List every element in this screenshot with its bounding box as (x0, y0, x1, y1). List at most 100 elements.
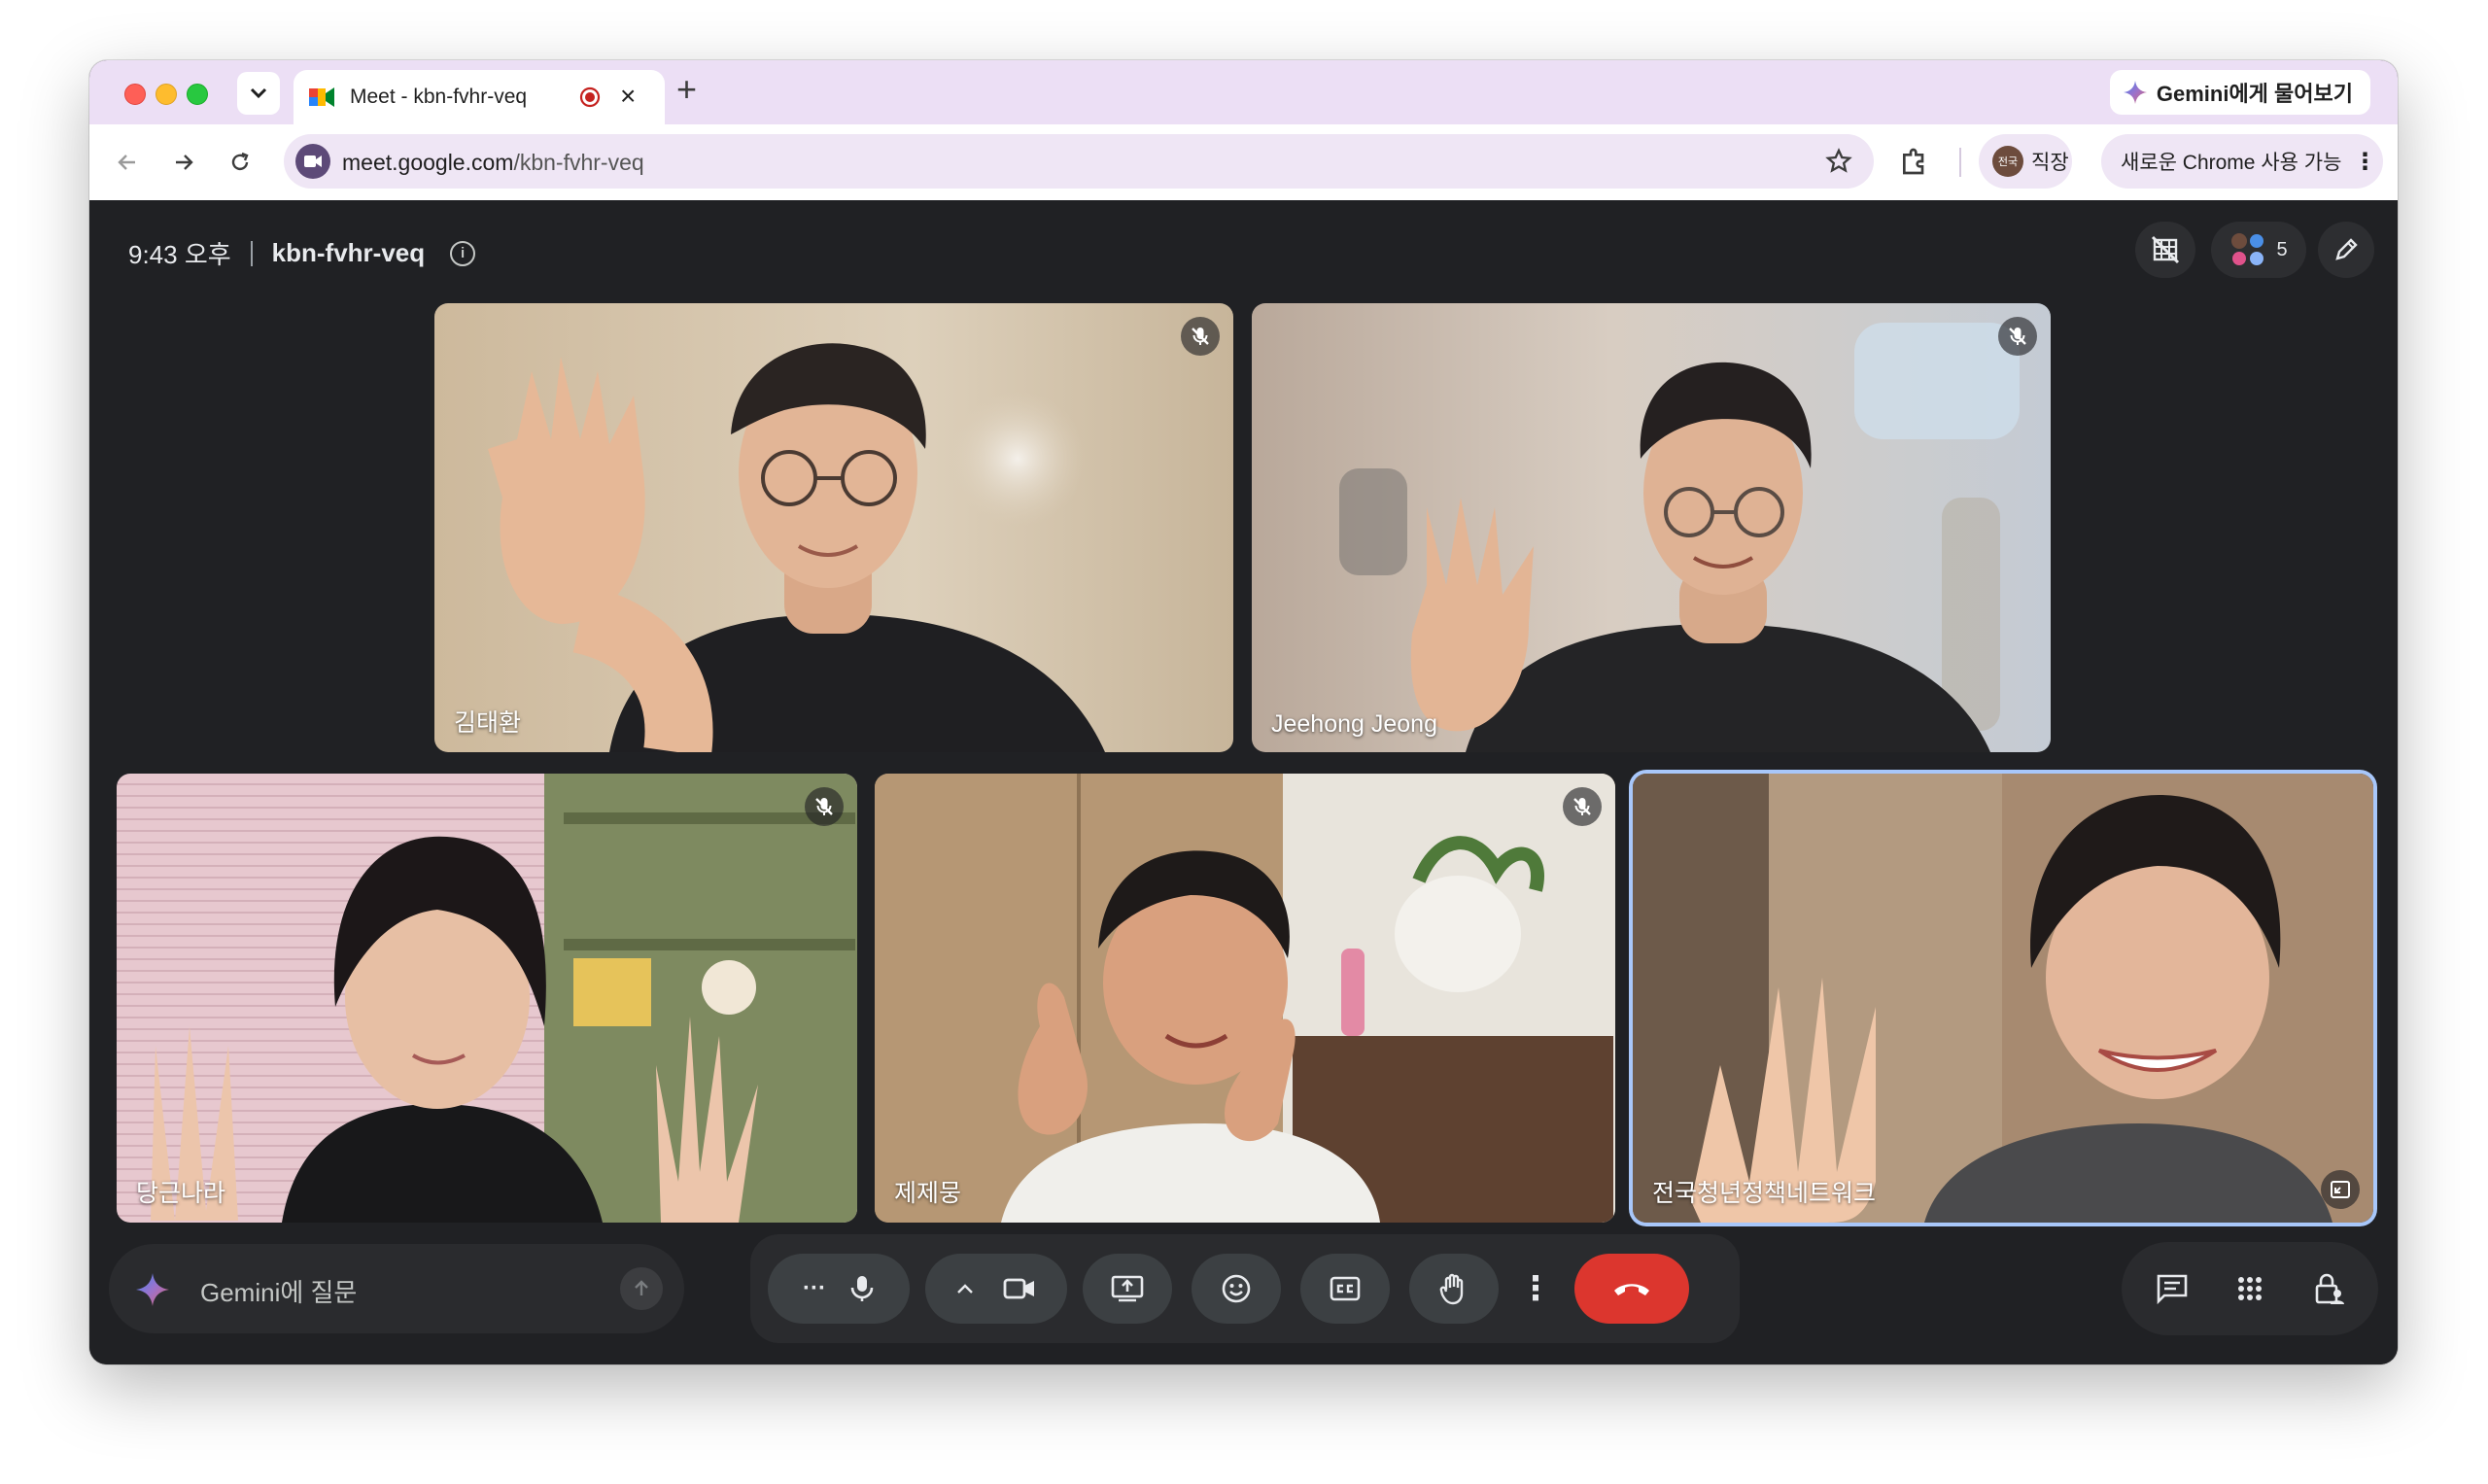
host-controls-lock-button[interactable] (2306, 1265, 2353, 1312)
raise-hand-button[interactable] (1409, 1254, 1499, 1324)
people-avatars-icon (2231, 233, 2264, 265)
participant-name: 전국청년정책네트워크 (1652, 1180, 1877, 1207)
gemini-ask-input[interactable]: Gemini에 질문 (109, 1244, 684, 1333)
reload-icon (231, 152, 249, 171)
header-divider (250, 240, 253, 266)
more-horiz-icon: ··· (803, 1275, 826, 1301)
participant-name: 제제뭉 (894, 1180, 962, 1207)
activities-button[interactable] (2227, 1265, 2273, 1312)
captions-button[interactable] (1300, 1254, 1390, 1324)
arrow-up-icon (635, 1280, 648, 1295)
meet-stage: 9:43 오후 kbn-fvhr-veq i 5 김태환 Jeehong Jeo… (89, 200, 2398, 1364)
site-info-icon[interactable] (295, 144, 330, 179)
lock-person-icon (2315, 1273, 2344, 1304)
gemini-chip-label: Gemini에게 물어보기 (2156, 82, 2353, 106)
arrow-left-icon (118, 155, 135, 170)
people-button[interactable]: 5 (2211, 222, 2306, 278)
pin-fullscreen-icon[interactable] (2321, 1170, 2360, 1209)
chevron-up-icon (957, 1284, 973, 1294)
tab-title: Meet - kbn-fvhr-veq (350, 86, 528, 108)
hand-icon (1439, 1273, 1464, 1305)
profile-chip[interactable]: 전국 직장 (1979, 134, 2072, 189)
chat-button[interactable] (2149, 1265, 2195, 1312)
participant-video (875, 774, 1615, 1223)
meeting-header: 9:43 오후 kbn-fvhr-veq i (128, 235, 476, 271)
tab-strip: Meet - kbn-fvhr-veq × + Gemini에게 물어보기 (89, 60, 2398, 124)
minimize-window-button[interactable] (156, 84, 177, 105)
meeting-code: kbn-fvhr-veq (271, 238, 426, 267)
apps-grid-icon (2238, 1277, 2262, 1300)
profile-label: 직장 (2031, 152, 2069, 174)
participant-tile[interactable]: Jeehong Jeong (1252, 303, 2051, 752)
participant-tile[interactable]: 김태환 (434, 303, 1233, 752)
video-camera-icon (1003, 1278, 1034, 1299)
tab-search-button[interactable] (237, 72, 280, 115)
chat-icon (2157, 1274, 2188, 1304)
maximize-window-button[interactable] (187, 84, 208, 105)
gemini-sparkle-icon (136, 1273, 169, 1306)
tab-meet[interactable]: Meet - kbn-fvhr-veq × (294, 70, 665, 124)
camera-button[interactable] (925, 1254, 1067, 1324)
extensions-puzzle-icon[interactable] (1899, 146, 1930, 177)
toolbar-divider (1959, 148, 1961, 177)
participant-name: 당근나라 (136, 1180, 226, 1207)
participant-video (117, 774, 857, 1223)
host-controls-button[interactable] (2318, 222, 2374, 278)
url-text: meet.google.com/kbn-fvhr-veq (342, 150, 644, 175)
chrome-update-button[interactable]: 새로운 Chrome 사용 가능 ⋮ (2101, 134, 2383, 189)
bookmark-star-icon[interactable] (1825, 148, 1852, 175)
send-button[interactable] (620, 1267, 663, 1310)
gemini-ask-chip[interactable]: Gemini에게 물어보기 (2109, 70, 2370, 115)
meet-favicon-icon (309, 87, 334, 107)
mic-muted-badge (1181, 317, 1220, 356)
close-window-button[interactable] (124, 84, 146, 105)
mic-off-icon (1192, 328, 1209, 345)
meeting-info-icon[interactable]: i (450, 240, 476, 266)
side-panel-tools (2122, 1242, 2378, 1335)
more-vert-icon: ⋮ (1519, 1270, 1552, 1307)
fullscreen-icon (2331, 1181, 2350, 1198)
mic-muted-badge (1563, 787, 1602, 826)
back-button[interactable] (111, 146, 144, 179)
recording-icon (579, 86, 601, 108)
call-end-icon (1614, 1284, 1649, 1295)
arrow-right-icon (176, 155, 193, 170)
participant-count: 5 (2276, 238, 2288, 260)
video-camera-icon (304, 155, 322, 167)
participant-name: 김태환 (454, 709, 522, 737)
browser-toolbar: meet.google.com/kbn-fvhr-veq 전국 직장 새로운 C… (89, 124, 2398, 200)
meeting-time: 9:43 오후 (128, 240, 231, 269)
gemini-prompt-placeholder: Gemini에 질문 (200, 1278, 358, 1307)
edit-pencil-icon (2335, 238, 2358, 260)
participant-video (1633, 774, 2373, 1223)
more-options-button[interactable]: ⋮ (1516, 1254, 1555, 1324)
update-label: 새로운 Chrome 사용 가능 (2121, 152, 2342, 174)
present-screen-icon (1111, 1275, 1144, 1302)
mic-off-icon (815, 798, 833, 815)
leave-call-button[interactable] (1574, 1254, 1689, 1324)
chevron-down-icon (250, 87, 267, 99)
reload-button[interactable] (224, 146, 257, 179)
gemini-sparkle-icon (2123, 81, 2147, 104)
participant-name: Jeehong Jeong (1271, 710, 1437, 738)
participant-tile[interactable]: 당근나라 (117, 774, 857, 1223)
call-controls: ··· ⋮ (750, 1234, 1740, 1343)
mic-button[interactable]: ··· (768, 1254, 910, 1324)
participant-tile[interactable]: 제제뭉 (875, 774, 1615, 1223)
mic-muted-badge (1998, 317, 2037, 356)
reactions-button[interactable] (1192, 1254, 1281, 1324)
address-bar[interactable]: meet.google.com/kbn-fvhr-veq (284, 134, 1874, 189)
emoji-icon (1222, 1274, 1251, 1303)
tab-close-icon[interactable]: × (620, 82, 636, 111)
more-vert-icon: ⋮ (2353, 148, 2377, 175)
hide-tiles-button[interactable] (2135, 222, 2195, 278)
participant-tile-active[interactable]: 전국청년정책네트워크 (1633, 774, 2373, 1223)
avatar: 전국 (1992, 146, 2023, 177)
mic-muted-badge (805, 787, 844, 826)
closed-captions-icon (1330, 1276, 1361, 1301)
mic-off-icon (2009, 328, 2026, 345)
new-tab-button[interactable]: + (676, 70, 697, 109)
participant-video (1252, 303, 2051, 752)
present-screen-button[interactable] (1083, 1254, 1172, 1324)
forward-button[interactable] (167, 146, 200, 179)
